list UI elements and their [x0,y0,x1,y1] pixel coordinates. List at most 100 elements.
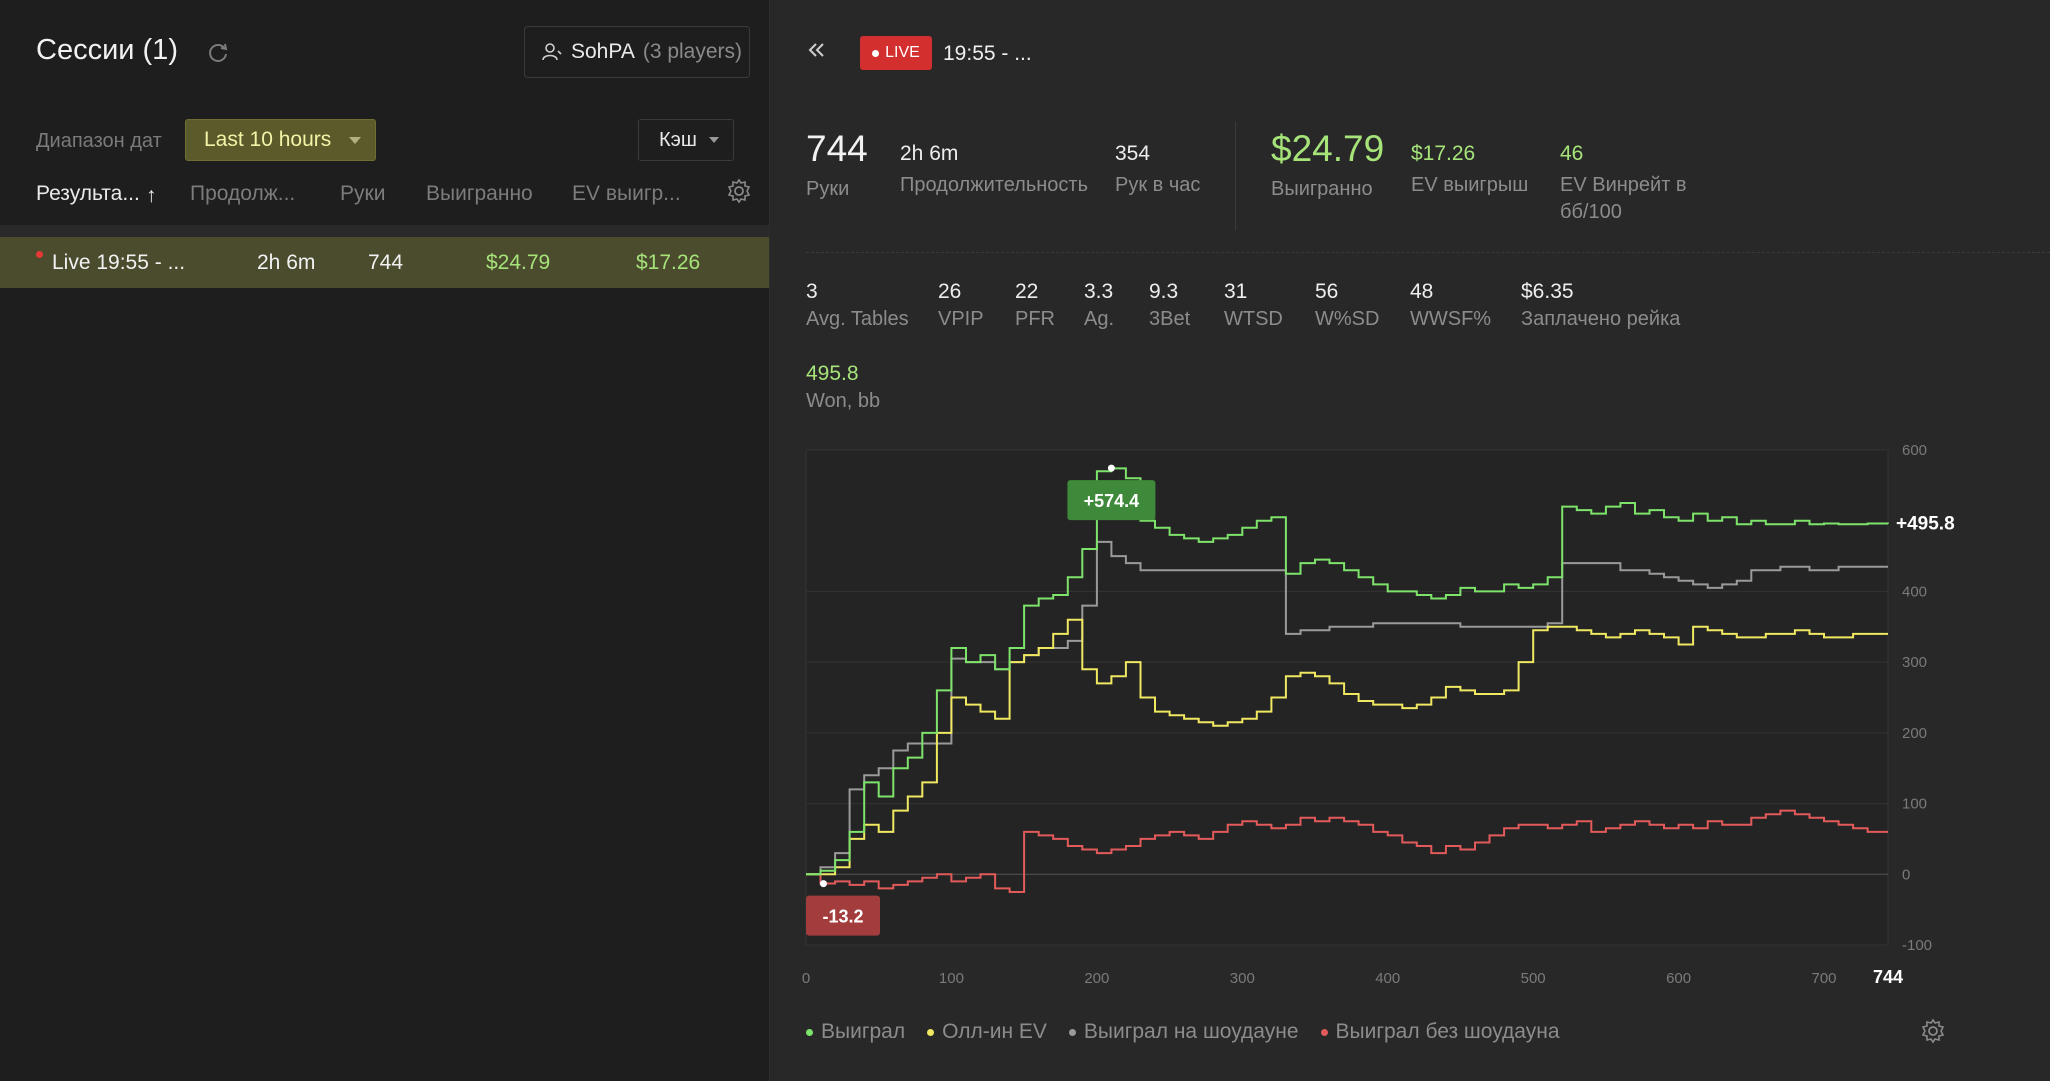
session-detail-panel: LIVE 19:55 - ... 744 Руки 2h 6m Продолжи… [770,0,2050,1081]
y-tick-label: 600 [1902,442,1927,459]
stat-label: Ag. [1084,308,1115,330]
stat-label: WTSD [1224,308,1283,330]
y-tick-label: -100 [1902,937,1932,954]
stat-value: 48 [1410,280,1434,303]
stat-value: 3.3 [1084,280,1114,303]
legend-label: Выиграл на шоудауне [1083,1020,1299,1043]
stat-value: 22 [1015,280,1039,303]
stat-value: 26 [938,280,962,303]
stat-ag: 3.3 Ag. [1084,280,1114,331]
stat-value: 744 [806,128,868,169]
stat-label: 3Bet [1149,308,1191,330]
sessions-panel: Сессии (1) SohPA (3 players) Диапазон да… [0,0,770,1081]
stat-hands-per-hour: 354 Рук в час [1115,142,1200,199]
stat-label: Avg. Tables [806,308,909,330]
stat-label: PFR [1015,308,1055,330]
table-divider [0,225,769,237]
legend-dot [1068,1028,1076,1036]
y-tick-label: 400 [1902,583,1927,600]
chevron-down-icon [709,137,719,143]
legend-label: Выиграл без шоудауна [1335,1020,1560,1043]
x-max-label: 744 [1873,967,1903,987]
stat-ev-won: $17.26 EV выигрыш [1411,142,1528,199]
stat-label: Руки [806,178,850,200]
x-tick-label: 700 [1811,970,1836,987]
x-tick-label: 600 [1666,970,1691,987]
date-range-select[interactable]: Last 10 hours [185,119,376,161]
player-select-button[interactable]: SohPA (3 players) [524,26,750,78]
stat-value: 56 [1315,280,1339,303]
x-tick-label: 200 [1084,970,1109,987]
sessions-title: Сессии (1) [36,34,178,66]
stat-vpip: 26 VPIP [938,280,984,331]
live-dot-icon [36,251,43,258]
stat-value: $17.26 [1411,142,1476,165]
stat-value: 2h 6m [900,142,959,165]
legend-item-showdown[interactable]: Выиграл на шоудауне [1068,1020,1299,1044]
legend-item-non-showdown[interactable]: Выиграл без шоудауна [1320,1020,1560,1044]
stat-3bet: 9.3 3Bet [1149,280,1190,331]
stat-label: Won, bb [806,390,881,412]
date-range-label: Диапазон дат [36,130,162,152]
legend-dot [927,1028,935,1036]
column-hands[interactable]: Руки [340,182,385,206]
stat-value: 31 [1224,280,1248,303]
stat-value: 9.3 [1149,280,1179,303]
stats-divider [806,252,2050,254]
legend-label: Выиграл [821,1020,906,1043]
stat-value: 3 [806,280,818,303]
live-label: LIVE [885,44,920,61]
x-tick-label: 500 [1521,970,1546,987]
column-result[interactable]: Результа... [36,182,140,206]
session-ev: $17.26 [636,251,701,274]
live-dot-icon [872,49,880,57]
stat-rake: $6.35 Заплачено рейка [1521,280,1680,331]
max-point [1107,464,1115,472]
refresh-icon[interactable] [205,40,231,66]
min-point [819,880,827,888]
chart-plot-area [805,449,1889,946]
legend-label: Олл-ин EV [942,1020,1047,1043]
x-tick-label: 400 [1375,970,1400,987]
gear-icon[interactable] [1920,1018,1946,1044]
session-duration: 2h 6m [257,251,316,274]
session-hands: 744 [368,251,404,274]
x-tick-label: 300 [1230,970,1255,987]
sort-arrow-icon[interactable]: ↑ [146,184,157,208]
game-type-select[interactable]: Кэш [638,119,734,161]
final-value-label: +495.8 [1896,514,1955,535]
stat-won: $24.79 Выигранно [1271,128,1384,203]
stat-label: Выигранно [1271,178,1373,200]
legend-item-allin-ev[interactable]: Олл-ин EV [927,1020,1047,1044]
y-tick-label: 300 [1902,654,1927,671]
chevron-down-icon [349,137,361,144]
legend-item-won[interactable]: Выиграл [806,1020,905,1044]
stat-won-bb: 495.8 Won, bb [806,362,880,413]
stat-hands: 744 Руки [806,128,868,203]
stat-label: W%SD [1315,308,1380,330]
stat-label: Рук в час [1115,174,1201,196]
column-ev-won[interactable]: EV выигр... [572,182,681,206]
stat-label: Продолжительность [900,174,1088,196]
stat-duration: 2h 6m Продолжительность [900,142,1088,199]
user-icon [542,43,562,61]
table-row[interactable]: Live 19:55 - ... 2h 6m 744 $24.79 $17.26 [0,237,769,288]
stat-value: $24.79 [1271,128,1385,169]
session-title: 19:55 - ... [943,42,1032,65]
legend-dot [806,1028,813,1036]
column-duration[interactable]: Продолж... [190,182,295,206]
stat-value: 46 [1560,142,1584,165]
y-tick-label: 100 [1902,796,1927,813]
stat-label: EV Винрейт в бб/100 [1560,174,1687,223]
min-label: -13.2 [822,907,863,927]
gear-icon[interactable] [726,178,752,204]
stat-wtsd: 31 WTSD [1224,280,1283,331]
double-chevron-left-icon[interactable] [804,38,830,64]
column-won[interactable]: Выигранно [426,182,533,206]
stat-value: $6.35 [1521,280,1574,303]
winnings-chart[interactable]: 600 400 300 200 100 0 -100 0 100 200 300 400 500 600 7… [770,440,2050,1010]
x-tick-label: 100 [939,970,964,987]
chart-legend: Выиграл Олл-ин EV Выиграл на шоудауне Вы… [806,1020,1582,1044]
y-tick-label: 0 [1902,866,1910,883]
stats-separator [1235,122,1236,230]
